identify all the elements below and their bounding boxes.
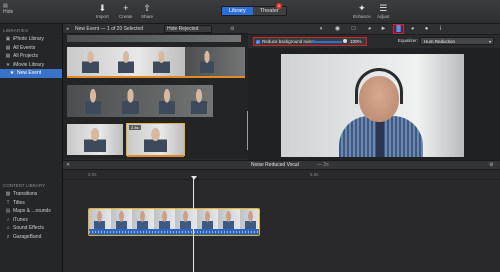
clip-filmstrip[interactable] bbox=[67, 35, 241, 42]
adjust-button[interactable]: ☰ Adjust bbox=[377, 2, 390, 19]
titles-icon: T bbox=[6, 199, 10, 206]
create-button[interactable]: + Create bbox=[119, 2, 133, 19]
chevron-down-icon: ▾ bbox=[488, 39, 491, 44]
noise-slider-knob[interactable] bbox=[343, 39, 347, 43]
timeline-header: ✕ Noise Reduced Vocal — 2s ⚙ bbox=[63, 160, 500, 170]
reduce-noise-checkbox[interactable]: ✓ bbox=[256, 39, 260, 44]
info-icon[interactable]: i bbox=[436, 25, 445, 33]
volume-icon[interactable]: ► bbox=[379, 25, 388, 33]
content-library-list: ▩ Transitions T Titles ▤ Maps & ...round… bbox=[0, 190, 63, 241]
transitions-icon: ▩ bbox=[5, 191, 11, 198]
sliders-icon: ☰ bbox=[379, 3, 388, 13]
sidebar-item-new-event[interactable]: ★ New Event bbox=[0, 69, 62, 78]
close-icon[interactable]: ✕ bbox=[66, 161, 70, 170]
browser-header: ◂ New Event — 1 of 20 Selected Hide Reje… bbox=[63, 24, 248, 34]
star-icon: ★ bbox=[9, 70, 15, 77]
playhead[interactable] bbox=[193, 176, 194, 272]
noise-reduction-equalizer-icon[interactable]: ▓ bbox=[393, 24, 404, 34]
magic-wand-icon: ✦ bbox=[358, 3, 366, 13]
content-item-transitions[interactable]: ▩ Transitions bbox=[0, 190, 63, 199]
content-item-sound-effects[interactable]: ♫ Sound Effects bbox=[0, 224, 63, 233]
theater-badge: 1 bbox=[276, 3, 282, 9]
noise-reduction-value: 100% bbox=[350, 39, 362, 44]
content-item-itunes[interactable]: ♪ iTunes bbox=[0, 216, 63, 225]
gear-icon[interactable]: ⚙ bbox=[230, 24, 234, 34]
sidebar-item-imovie-library[interactable]: ★ iMovie Library bbox=[0, 61, 62, 70]
photo-icon: ▣ bbox=[5, 36, 11, 43]
timeline[interactable]: 0.0s 5.0s bbox=[63, 170, 500, 272]
tick-label: 5.0s bbox=[310, 172, 319, 177]
music-icon: ♪ bbox=[6, 216, 10, 223]
timeline-ruler: 0.0s 5.0s bbox=[63, 170, 500, 180]
equalizer-label: Equalizer: bbox=[398, 38, 419, 43]
tick-label: 0.0s bbox=[88, 172, 97, 177]
equalizer-select[interactable]: Hum Reduction ▾ bbox=[420, 37, 494, 45]
star-icon: ★ bbox=[5, 61, 11, 68]
top-toolbar: ▤ Hide ⬇ Import + Create ⇧ Share Library… bbox=[0, 0, 500, 24]
sidebar-item-all-projects[interactable]: ▦ All Projects bbox=[0, 52, 62, 61]
clip-browser: 2.4s Noise Reduced Vocal bbox=[63, 34, 287, 159]
speed-icon[interactable]: ◕ bbox=[408, 25, 417, 33]
collapse-arrows-icon[interactable]: ◂ bbox=[66, 24, 69, 34]
clip-thumbnail[interactable] bbox=[67, 124, 123, 155]
map-icon: ▤ bbox=[5, 208, 11, 215]
clip-filter-select[interactable]: Hide Rejected bbox=[164, 25, 212, 33]
event-selection-title: New Event — 1 of 20 Selected bbox=[75, 26, 144, 32]
hide-sidebar-button[interactable]: ▤ Hide bbox=[3, 3, 13, 15]
reduce-noise-label: Reduce background noise: bbox=[262, 39, 316, 44]
calendar-icon: ▦ bbox=[5, 44, 11, 51]
adjustment-toolbar: ◐ ◉ □ ◕ ► ▓ ◕ ● i bbox=[248, 24, 500, 35]
content-library-heading: CONTENT LIBRARY bbox=[3, 183, 46, 188]
guitar-icon: ♯ bbox=[6, 233, 10, 240]
content-item-titles[interactable]: T Titles bbox=[0, 199, 63, 208]
audio-waveform[interactable] bbox=[89, 229, 259, 235]
import-button[interactable]: ⬇ Import bbox=[96, 2, 109, 19]
viewer bbox=[248, 48, 500, 160]
sound-icon: ♫ bbox=[6, 225, 10, 232]
color-correction-icon[interactable]: ◉ bbox=[333, 25, 342, 33]
noise-reduction-control: ✓ Reduce background noise: 100% bbox=[253, 37, 367, 46]
clip-filmstrip[interactable] bbox=[185, 47, 245, 76]
share-button[interactable]: ⇧ Share bbox=[141, 2, 153, 19]
tab-library[interactable]: Library bbox=[222, 7, 253, 15]
libraries-heading: LIBRARIES bbox=[3, 28, 29, 33]
clip-filter-icon[interactable]: ● bbox=[422, 25, 431, 33]
import-arrow-icon: ⬇ bbox=[98, 3, 107, 13]
crop-icon[interactable]: □ bbox=[349, 25, 358, 33]
sidebar-item-all-events[interactable]: ▦ All Events bbox=[0, 44, 62, 53]
noise-reduction-slider[interactable] bbox=[312, 41, 342, 43]
clip-duration: 2.4s bbox=[129, 125, 141, 130]
clip-filmstrip[interactable] bbox=[67, 85, 213, 117]
plus-icon: + bbox=[123, 3, 129, 13]
enhance-button[interactable]: ✦ Enhance bbox=[353, 2, 371, 19]
project-title: Noise Reduced Vocal bbox=[251, 162, 299, 168]
color-balance-icon[interactable]: ◐ bbox=[317, 25, 326, 33]
gear-icon[interactable]: ⚙ bbox=[489, 161, 493, 170]
share-icon: ⇧ bbox=[143, 3, 151, 13]
content-item-garageband[interactable]: ♯ GarageBand bbox=[0, 233, 63, 242]
content-item-maps[interactable]: ▤ Maps & ...rounds bbox=[0, 207, 63, 216]
video-preview[interactable] bbox=[281, 54, 464, 157]
film-icon: ▦ bbox=[5, 53, 11, 60]
clip-filmstrip[interactable] bbox=[67, 47, 185, 76]
stabilization-icon[interactable]: ◕ bbox=[365, 25, 374, 33]
selected-clip-thumbnail[interactable]: 2.4s bbox=[126, 123, 185, 156]
timeline-clip[interactable] bbox=[88, 208, 260, 236]
sidebar-item-iphoto-library[interactable]: ▣ iPhoto Library bbox=[0, 35, 62, 44]
project-duration: — 2s bbox=[317, 162, 329, 168]
